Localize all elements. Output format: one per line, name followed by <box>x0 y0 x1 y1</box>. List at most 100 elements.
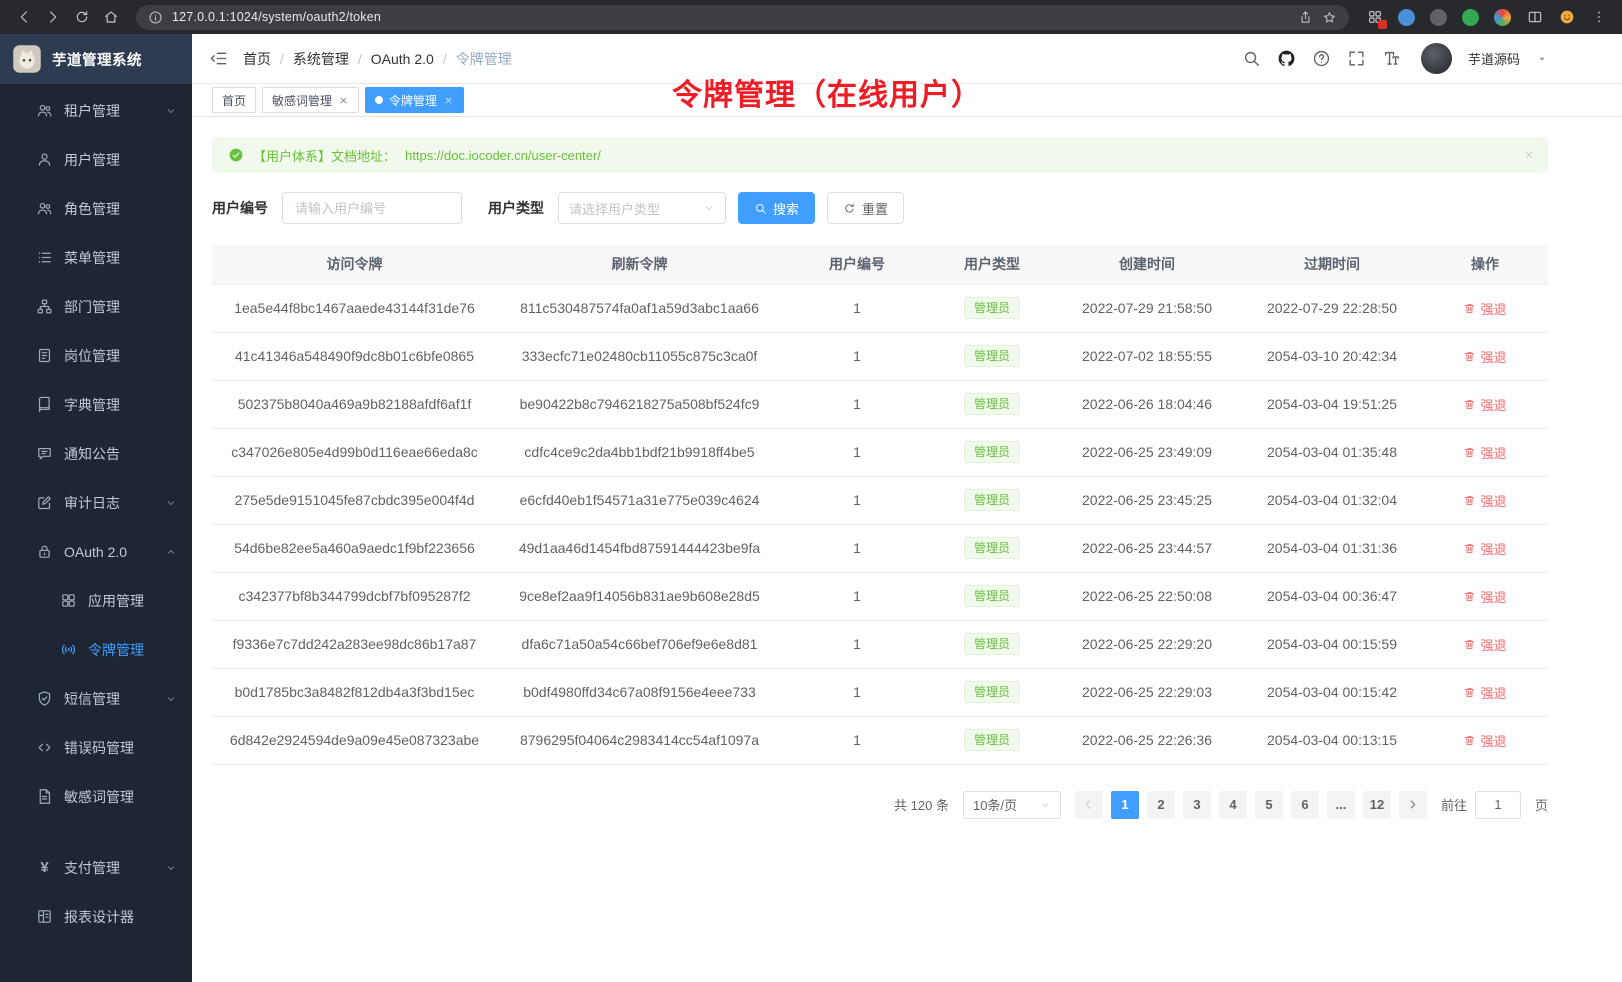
sidebar-item-pay[interactable]: ¥支付管理 <box>0 843 192 892</box>
sidebar-item-sensitive-word[interactable]: 敏感词管理 <box>0 772 192 821</box>
user-type-badge: 管理员 <box>964 345 1020 367</box>
caret-down-icon[interactable] <box>1536 53 1548 65</box>
alert-close-icon[interactable] <box>1523 149 1535 161</box>
user-name[interactable]: 芋道源码 <box>1468 49 1520 68</box>
page-more-button[interactable]: ... <box>1327 791 1355 819</box>
sidebar-item-dept[interactable]: 部门管理 <box>0 282 192 331</box>
column-header: 过期时间 <box>1242 245 1422 284</box>
sidebar-item-role[interactable]: 角色管理 <box>0 184 192 233</box>
breadcrumb-item[interactable]: OAuth 2.0 <box>371 51 434 67</box>
user-type-select[interactable]: 请选择用户类型 <box>558 192 726 224</box>
page-button-2[interactable]: 2 <box>1147 791 1175 819</box>
force-logout-button[interactable]: 强退 <box>1463 587 1506 606</box>
extension-icon[interactable] <box>1494 9 1511 26</box>
force-logout-button[interactable]: 强退 <box>1463 683 1506 702</box>
extension-icon[interactable] <box>1430 9 1447 26</box>
cell-user-id: 1 <box>782 620 932 668</box>
browser-forward-icon[interactable] <box>39 4 66 31</box>
goto-page-input[interactable] <box>1475 791 1521 819</box>
browser-menu-icon[interactable] <box>1585 4 1612 31</box>
page-button-5[interactable]: 5 <box>1255 791 1283 819</box>
page-button-4[interactable]: 4 <box>1219 791 1247 819</box>
extension-icon[interactable] <box>1462 9 1479 26</box>
reset-button[interactable]: 重置 <box>827 192 904 224</box>
sidebar-toggle-icon[interactable] <box>209 49 228 68</box>
user-type-label: 用户类型 <box>488 198 544 218</box>
column-header: 刷新令牌 <box>497 245 782 284</box>
cell-refresh-token: e6cfd40eb1f54571a31e775e039c4624 <box>497 476 782 524</box>
sidebar-item-audit-log[interactable]: 审计日志 <box>0 478 192 527</box>
force-logout-button[interactable]: 强退 <box>1463 731 1506 750</box>
chevron-down-icon <box>165 693 177 705</box>
page-button-1[interactable]: 1 <box>1111 791 1139 819</box>
sidebar-item-label: 通知公告 <box>64 444 120 464</box>
app-logo[interactable]: 芋道管理系统 <box>0 34 192 84</box>
extension-icon[interactable] <box>1398 9 1415 26</box>
address-bar[interactable]: 127.0.0.1:1024/system/oauth2/token <box>136 5 1349 30</box>
force-logout-button[interactable]: 强退 <box>1463 347 1506 366</box>
sidebar-item-tenant[interactable]: 租户管理 <box>0 86 192 135</box>
user-avatar[interactable] <box>1421 43 1452 74</box>
breadcrumb-item[interactable]: 首页 <box>243 49 271 69</box>
force-logout-button[interactable]: 强退 <box>1463 539 1506 558</box>
sidebar-item-oauth2-app[interactable]: 应用管理 <box>0 576 192 625</box>
sidebar-item-oauth2[interactable]: OAuth 2.0 <box>0 527 192 576</box>
browser-reload-icon[interactable] <box>68 4 95 31</box>
split-view-icon[interactable] <box>1521 4 1548 31</box>
sidebar-item-label: 错误码管理 <box>64 738 134 758</box>
sidebar-item-sms[interactable]: 短信管理 <box>0 674 192 723</box>
sidebar-item-oauth2-token[interactable]: 令牌管理 <box>0 625 192 674</box>
tab-home[interactable]: 首页 <box>212 87 256 113</box>
table-container: 访问令牌刷新令牌用户编号用户类型创建时间过期时间操作 1ea5e44f8bc14… <box>212 245 1548 765</box>
close-icon[interactable] <box>443 95 454 106</box>
page-button-6[interactable]: 6 <box>1291 791 1319 819</box>
page-button-12[interactable]: 12 <box>1363 791 1391 819</box>
trash-icon <box>1463 590 1476 603</box>
breadcrumb-separator: / <box>280 51 284 67</box>
browser-back-icon[interactable] <box>10 4 37 31</box>
cell-expire-time: 2054-03-10 20:42:34 <box>1242 332 1422 380</box>
page-size-select[interactable]: 10条/页 <box>963 791 1061 819</box>
close-icon[interactable] <box>338 95 349 106</box>
sidebar-item-notice[interactable]: 通知公告 <box>0 429 192 478</box>
alert-doc-link[interactable]: https://doc.iocoder.cn/user-center/ <box>405 148 601 163</box>
force-logout-button[interactable]: 强退 <box>1463 635 1506 654</box>
github-icon[interactable] <box>1277 49 1296 68</box>
search-button[interactable]: 搜索 <box>738 192 815 224</box>
force-logout-button[interactable]: 强退 <box>1463 395 1506 414</box>
sidebar-item-report-designer[interactable]: 报表设计器 <box>0 892 192 941</box>
next-page-button[interactable] <box>1399 791 1427 819</box>
site-info-icon[interactable] <box>148 10 163 25</box>
font-size-icon[interactable] <box>1382 49 1401 68</box>
sidebar-item-menu[interactable]: 菜单管理 <box>0 233 192 282</box>
sidebar-item-user[interactable]: 用户管理 <box>0 135 192 184</box>
force-logout-button[interactable]: 强退 <box>1463 443 1506 462</box>
tab-sensitive-word[interactable]: 敏感词管理 <box>262 87 359 113</box>
cell-access-token: 1ea5e44f8bc1467aaede43144f31de76 <box>212 284 497 332</box>
cell-expire-time: 2054-03-04 01:31:36 <box>1242 524 1422 572</box>
fullscreen-icon[interactable] <box>1347 49 1366 68</box>
filter-bar: 用户编号 用户类型 请选择用户类型 搜索 重置 <box>212 192 1548 224</box>
browser-profile-avatar[interactable] <box>1553 4 1580 31</box>
logo-avatar <box>12 44 42 74</box>
sidebar-item-dict[interactable]: 字典管理 <box>0 380 192 429</box>
cell-refresh-token: 811c530487574fa0af1a59d3abc1aa66 <box>497 284 782 332</box>
prev-page-button[interactable] <box>1075 791 1103 819</box>
share-icon[interactable] <box>1298 10 1313 25</box>
tab-oauth2-token[interactable]: 令牌管理 <box>365 87 464 113</box>
force-logout-button[interactable]: 强退 <box>1463 491 1506 510</box>
tags-bar: 首页敏感词管理令牌管理 <box>192 84 1622 117</box>
user-id-input[interactable] <box>282 192 462 224</box>
breadcrumb-item[interactable]: 系统管理 <box>293 49 349 69</box>
cell-created-time: 2022-06-26 18:04:46 <box>1052 380 1242 428</box>
search-icon[interactable] <box>1242 49 1261 68</box>
force-logout-button[interactable]: 强退 <box>1463 299 1506 318</box>
sidebar-item-error-code[interactable]: 错误码管理 <box>0 723 192 772</box>
browser-home-icon[interactable] <box>97 4 124 31</box>
screen: 127.0.0.1:1024/system/oauth2/token 芋道管理系… <box>0 0 1622 982</box>
sidebar-item-post[interactable]: 岗位管理 <box>0 331 192 380</box>
help-icon[interactable] <box>1312 49 1331 68</box>
main-area: 首页/系统管理/OAuth 2.0/令牌管理 芋道源码 首页敏感词管理令牌管理 … <box>192 34 1622 982</box>
page-button-3[interactable]: 3 <box>1183 791 1211 819</box>
bookmark-star-icon[interactable] <box>1322 10 1337 25</box>
